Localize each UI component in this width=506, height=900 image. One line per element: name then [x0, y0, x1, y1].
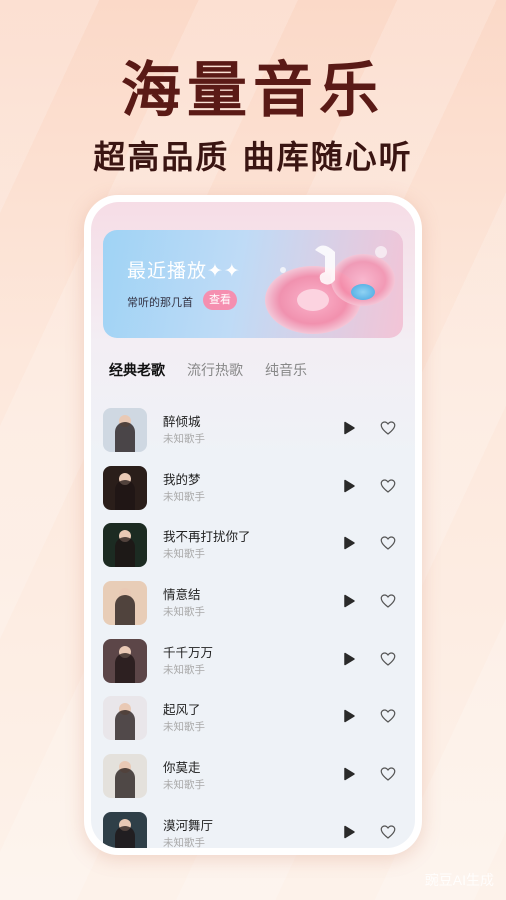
cover-figure-body: [115, 710, 135, 741]
play-icon[interactable]: [341, 708, 357, 724]
view-button[interactable]: 查看: [203, 290, 237, 310]
album-cover: [103, 523, 147, 568]
vinyl-disc-icon: [265, 245, 395, 334]
heart-icon[interactable]: [379, 419, 397, 437]
song-title: 起风了: [163, 702, 201, 718]
album-cover: [103, 408, 147, 452]
song-row[interactable]: 醉倾城 未知歌手: [91, 402, 415, 460]
cover-figure-body: [115, 595, 135, 626]
cover-figure-body: [115, 825, 135, 848]
play-icon[interactable]: [341, 824, 357, 840]
album-cover: [103, 811, 147, 848]
album-cover: [103, 754, 147, 799]
song-artist: 未知歌手: [163, 548, 205, 561]
watermark: 豌豆AI生成: [424, 872, 494, 888]
heart-icon[interactable]: [379, 823, 397, 841]
song-row[interactable]: 千千万万 未知歌手: [91, 633, 415, 691]
album-cover: [103, 465, 147, 510]
song-title: 千千万万: [163, 644, 214, 660]
cover-figure-body: [115, 537, 135, 568]
cover-figure-body: [115, 652, 135, 683]
play-icon[interactable]: [341, 478, 357, 494]
song-title: 漠河舞厅: [163, 817, 214, 833]
phone-mockup: 最近播放✦✦ 常听的那几首 查看 经典老歌 流行热歌 纯音乐 醉倾城 未知歌手 …: [84, 195, 422, 855]
album-cover: [103, 638, 147, 683]
cover-figure-body: [115, 768, 135, 799]
song-row[interactable]: 我的梦 未知歌手: [91, 460, 415, 518]
heart-icon[interactable]: [379, 707, 397, 725]
song-title: 醉倾城: [163, 414, 201, 429]
song-artist: 未知歌手: [163, 433, 205, 445]
song-list: 醉倾城 未知歌手 我的梦 未知歌手 我不再打扰你了 未知歌手 情意结 未知歌手 …: [91, 402, 415, 848]
song-title: 情意结: [163, 587, 201, 603]
song-title: 我的梦: [163, 471, 201, 487]
album-cover: [103, 581, 147, 626]
song-title: 你莫走: [163, 760, 201, 776]
tab-classic[interactable]: 经典老歌: [109, 360, 165, 380]
heart-icon[interactable]: [379, 477, 397, 495]
play-icon[interactable]: [341, 420, 357, 436]
category-tabs: 经典老歌 流行热歌 纯音乐: [109, 360, 307, 380]
subheadline: 超高品质 曲库随心听: [93, 138, 413, 176]
song-artist: 未知歌手: [163, 663, 205, 676]
song-row[interactable]: 漠河舞厅 未知歌手: [91, 806, 415, 848]
song-artist: 未知歌手: [163, 721, 205, 734]
play-icon[interactable]: [341, 651, 357, 667]
heart-icon[interactable]: [379, 765, 397, 783]
cover-figure-body: [115, 479, 135, 510]
song-artist: 未知歌手: [163, 606, 205, 619]
headline: 海量音乐: [121, 56, 385, 126]
song-artist: 未知歌手: [163, 779, 205, 792]
play-icon[interactable]: [341, 766, 357, 782]
heart-icon[interactable]: [379, 592, 397, 610]
heart-icon[interactable]: [379, 534, 397, 552]
tab-popular[interactable]: 流行热歌: [187, 360, 243, 380]
song-artist: 未知歌手: [163, 490, 205, 503]
recent-play-banner[interactable]: 最近播放✦✦ 常听的那几首 查看: [103, 230, 403, 338]
album-cover: [103, 696, 147, 741]
song-artist: 未知歌手: [163, 836, 205, 848]
heart-icon[interactable]: [379, 650, 397, 668]
song-row[interactable]: 你莫走 未知歌手: [91, 748, 415, 806]
song-row[interactable]: 情意结 未知歌手: [91, 575, 415, 633]
banner-title: 最近播放✦✦: [127, 260, 241, 282]
tab-instrumental[interactable]: 纯音乐: [265, 360, 307, 380]
song-title: 我不再打扰你了: [163, 529, 251, 545]
banner-subtitle: 常听的那几首: [127, 296, 193, 309]
cover-figure-body: [115, 422, 135, 452]
play-icon[interactable]: [341, 593, 357, 609]
play-icon[interactable]: [341, 535, 357, 551]
song-row[interactable]: 我不再打扰你了 未知歌手: [91, 517, 415, 575]
song-row[interactable]: 起风了 未知歌手: [91, 690, 415, 748]
app-screen: 最近播放✦✦ 常听的那几首 查看 经典老歌 流行热歌 纯音乐 醉倾城 未知歌手 …: [91, 202, 415, 848]
